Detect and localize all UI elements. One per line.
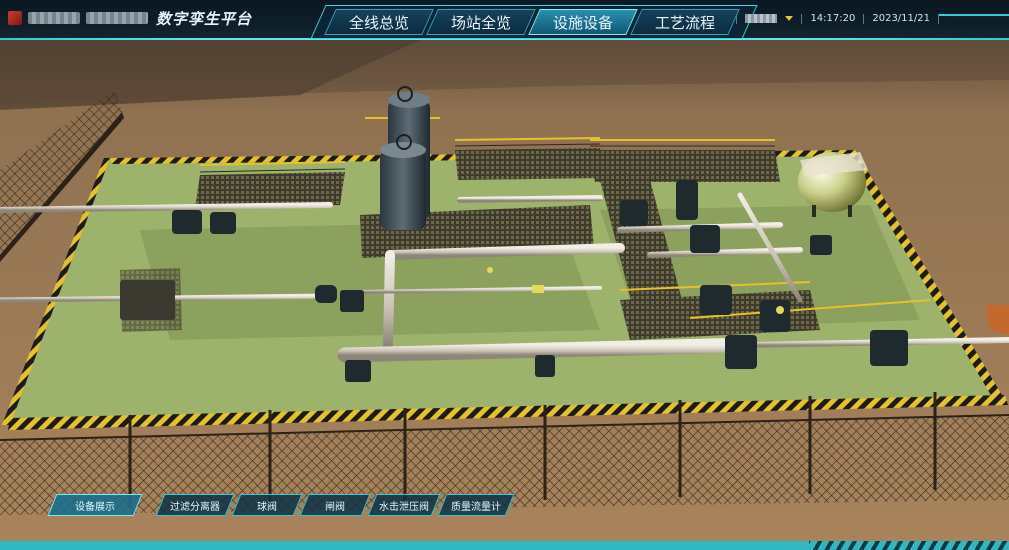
status-divider <box>736 13 738 24</box>
filter-separator-button[interactable]: 过滤分离器 <box>155 494 235 516</box>
brand-logo-icon <box>8 11 22 25</box>
status-bar: 14:17:20 2023/11/21 <box>736 13 939 24</box>
equipment-display-button[interactable]: 设备展示 <box>47 494 143 516</box>
viewport[interactable]: 数字孪生平台 全线总览 场站全览 设施设备 工艺流程 14:17:20 2023… <box>0 0 1009 550</box>
clock-date: 2023/11/21 <box>872 13 930 24</box>
user-name-redacted[interactable] <box>745 14 778 23</box>
tab-station-overview[interactable]: 场站全览 <box>426 9 536 35</box>
caret-down-icon[interactable] <box>785 16 794 21</box>
mass-flowmeter-button[interactable]: 质量流量计 <box>437 494 515 516</box>
tab-line-overview[interactable]: 全线总览 <box>324 9 434 35</box>
redacted-org-name <box>28 12 80 24</box>
bottom-accent-bar <box>0 541 1009 550</box>
ball-valve-button[interactable]: 球阀 <box>231 494 303 516</box>
app-title: 数字孪生平台 <box>156 9 253 28</box>
status-divider <box>801 13 803 24</box>
bottom-hatch <box>809 541 1009 550</box>
status-divider <box>863 13 865 24</box>
top-header: 数字孪生平台 全线总览 场站全览 设施设备 工艺流程 14:17:20 2023… <box>0 0 1009 40</box>
equipment-toolbar: 设备展示 过滤分离器 球阀 闸阀 水击泄压阀 质量流量计 <box>47 494 515 516</box>
surge-relief-valve-button[interactable]: 水击泄压阀 <box>367 494 441 516</box>
tab-process-flow[interactable]: 工艺流程 <box>630 9 740 35</box>
tab-facilities[interactable]: 设施设备 <box>528 9 638 35</box>
main-nav: 全线总览 场站全览 设施设备 工艺流程 <box>310 5 758 39</box>
gate-valve-button[interactable]: 闸阀 <box>299 494 371 516</box>
brand: 数字孪生平台 <box>8 6 252 30</box>
redacted-org-name-2 <box>86 12 148 24</box>
header-accent-line <box>939 14 1009 16</box>
clock-time: 14:17:20 <box>810 13 856 24</box>
station-3d-scene[interactable] <box>0 0 1009 550</box>
